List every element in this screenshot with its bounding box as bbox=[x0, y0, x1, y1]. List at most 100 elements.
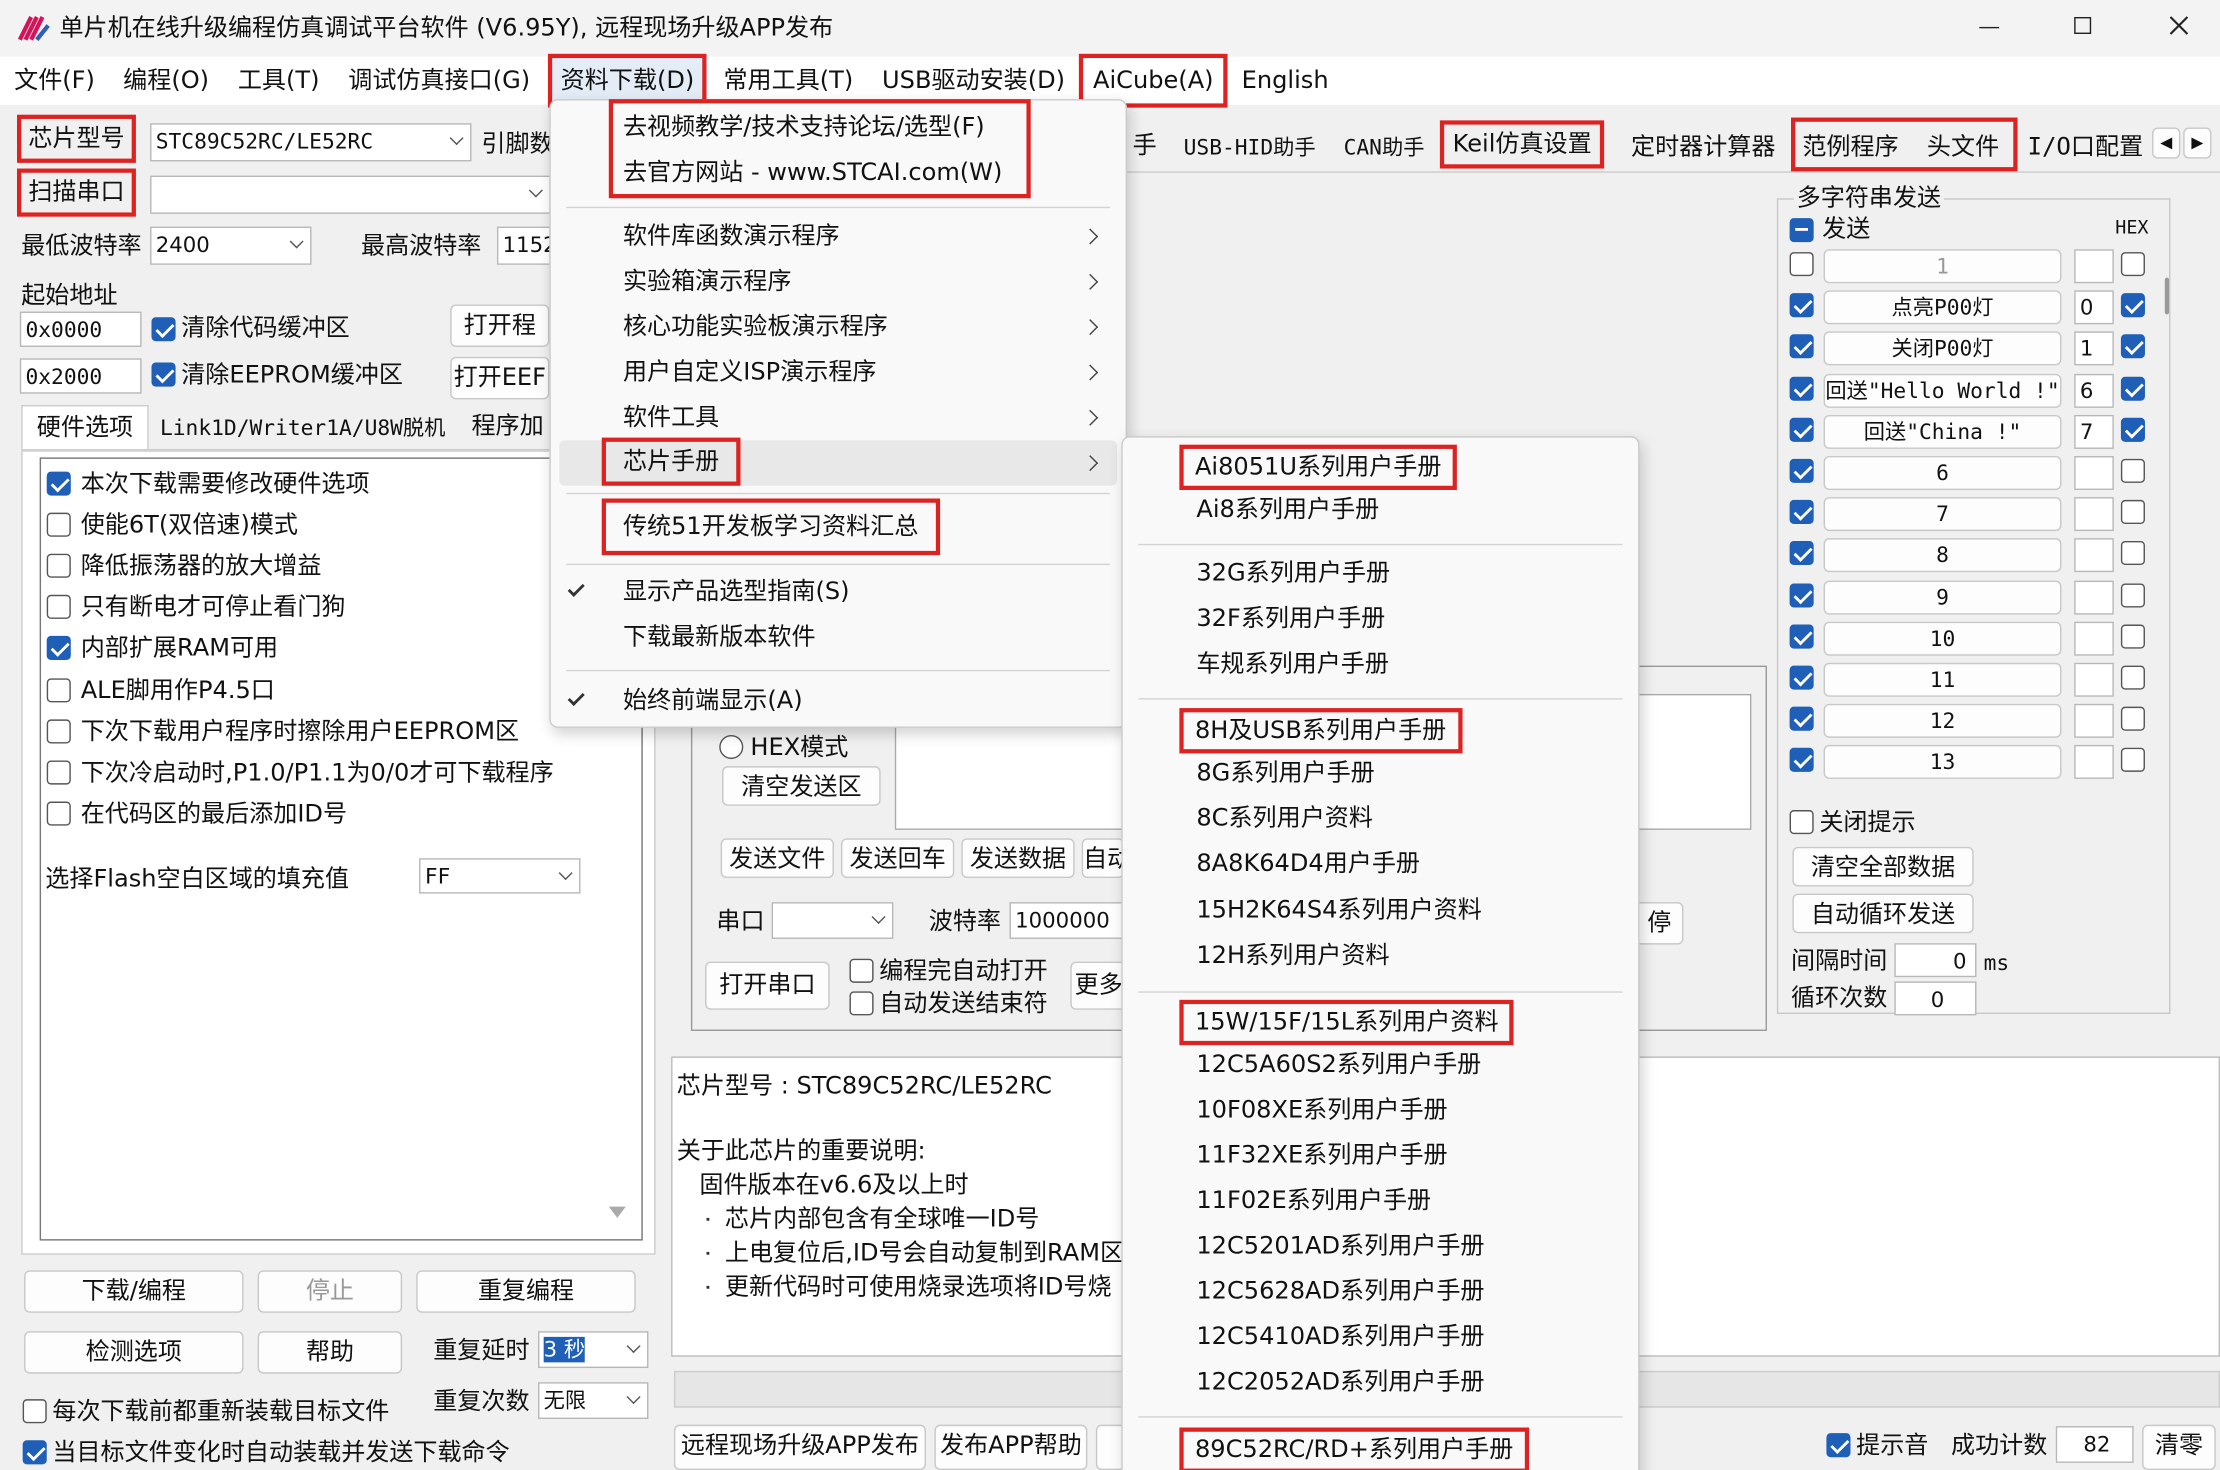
multi-row-hex-checkbox[interactable] bbox=[2120, 582, 2145, 607]
hardware-option-checkbox[interactable] bbox=[46, 512, 71, 537]
app-help-button[interactable]: 发布APP帮助 bbox=[934, 1424, 1088, 1470]
menu-aicube[interactable]: AiCube(A) bbox=[1078, 53, 1228, 108]
send-data-button[interactable]: 发送数据 bbox=[961, 838, 1075, 879]
multi-row-send-button[interactable]: 12 bbox=[1823, 704, 2062, 739]
scan-port-button[interactable]: 扫描串口 bbox=[16, 168, 136, 217]
multi-scrollbar[interactable] bbox=[2164, 277, 2170, 315]
multi-row-send-button[interactable]: 10 bbox=[1823, 621, 2062, 656]
tab-keil-settings[interactable]: Keil仿真设置 bbox=[1439, 120, 1605, 169]
multi-row-value[interactable] bbox=[2074, 745, 2114, 780]
multi-row-hex-checkbox[interactable] bbox=[2120, 376, 2145, 401]
address-input-2[interactable]: 0x2000 bbox=[19, 358, 142, 394]
scroll-down-icon[interactable] bbox=[608, 1206, 626, 1218]
submenu-item[interactable]: 12C5628AD系列用户手册 bbox=[1196, 1276, 1484, 1307]
submenu-item[interactable]: 89C52RC/RD+系列用户手册 bbox=[1179, 1427, 1529, 1470]
multi-row-hex-checkbox[interactable] bbox=[2120, 293, 2145, 318]
auto-end-checkbox[interactable] bbox=[849, 991, 874, 1016]
submenu-item[interactable]: 11F32XE系列用户手册 bbox=[1196, 1140, 1447, 1171]
min-baud-select[interactable]: 2400 bbox=[150, 226, 312, 265]
tab-scroll-left[interactable]: ◀ bbox=[2152, 127, 2181, 159]
multi-row-checkbox[interactable] bbox=[1789, 748, 1814, 773]
close-icon[interactable] bbox=[2169, 16, 2189, 36]
menu-item-isp-demo[interactable]: 用户自定义ISP演示程序 bbox=[623, 357, 877, 388]
submenu-item[interactable]: 12C5410AD系列用户手册 bbox=[1196, 1321, 1484, 1352]
multi-row-hex-checkbox[interactable] bbox=[2120, 334, 2145, 359]
tip-sound-checkbox[interactable] bbox=[1826, 1433, 1851, 1458]
clear-all-button[interactable]: 清空全部数据 bbox=[1792, 846, 1974, 887]
multi-row-hex-checkbox[interactable] bbox=[2120, 624, 2145, 649]
stop-button[interactable]: 停止 bbox=[257, 1270, 403, 1313]
submenu-item[interactable]: 车规系列用户手册 bbox=[1196, 649, 1389, 680]
repeat-delay-select[interactable]: 3 秒 bbox=[538, 1331, 649, 1369]
menu-item-official-site[interactable]: 去官方网站 - www.STCAI.com(W) bbox=[623, 157, 1002, 188]
submenu-item[interactable]: 12C5A60S2系列用户手册 bbox=[1196, 1049, 1481, 1080]
auto-send-button[interactable]: 自动 bbox=[1081, 838, 1125, 879]
reload-checkbox[interactable] bbox=[22, 1399, 47, 1424]
hardware-option-checkbox[interactable] bbox=[46, 595, 71, 620]
submenu-item[interactable]: 12C5201AD系列用户手册 bbox=[1196, 1231, 1484, 1262]
hex-mode-radio[interactable] bbox=[719, 734, 744, 760]
tab-timer-calc[interactable]: 定时器计算器 bbox=[1631, 132, 1775, 163]
hardware-option-checkbox[interactable] bbox=[46, 636, 71, 661]
menu-downloads[interactable]: 资料下载(D) bbox=[547, 53, 708, 108]
hardware-option-checkbox[interactable] bbox=[46, 718, 71, 743]
multi-row-checkbox[interactable] bbox=[1789, 252, 1814, 277]
pause-button[interactable]: 停 bbox=[1635, 902, 1684, 945]
multi-row-checkbox[interactable] bbox=[1789, 624, 1814, 649]
clear-code-checkbox[interactable] bbox=[151, 317, 176, 342]
menu-item-legacy-51[interactable]: 传统51开发板学习资料汇总 bbox=[601, 498, 940, 556]
submenu-item[interactable]: 15H2K64S4系列用户资料 bbox=[1196, 895, 1481, 926]
multi-row-checkbox[interactable] bbox=[1789, 334, 1814, 359]
multi-row-send-button[interactable]: 6 bbox=[1823, 456, 2062, 490]
repeat-count-select[interactable]: 无限 bbox=[538, 1382, 649, 1420]
fill-value-select[interactable]: FF bbox=[419, 858, 581, 894]
submenu-item[interactable]: 32F系列用户手册 bbox=[1196, 603, 1385, 634]
hardware-option-checkbox[interactable] bbox=[46, 471, 71, 496]
address-input-1[interactable]: 0x0000 bbox=[19, 311, 142, 347]
submenu-item[interactable]: 8H及USB系列用户手册 bbox=[1179, 708, 1462, 754]
submenu-item[interactable]: 11F02E系列用户手册 bbox=[1196, 1185, 1431, 1216]
interval-input[interactable]: 0 bbox=[1894, 943, 1977, 978]
multi-row-send-button[interactable]: 7 bbox=[1823, 497, 2062, 532]
multi-row-hex-checkbox[interactable] bbox=[2120, 706, 2145, 732]
multi-row-hex-checkbox[interactable] bbox=[2120, 417, 2145, 442]
menu-tools[interactable]: 工具(T) bbox=[238, 65, 320, 96]
multi-row-value[interactable]: 7 bbox=[2074, 414, 2114, 449]
submenu-item[interactable]: 8G系列用户手册 bbox=[1196, 758, 1374, 789]
menu-file[interactable]: 文件(F) bbox=[14, 65, 95, 96]
submenu-item[interactable]: 8C系列用户资料 bbox=[1196, 803, 1373, 834]
send-enter-button[interactable]: 发送回车 bbox=[840, 838, 955, 879]
submenu-item[interactable]: 15W/15F/15L系列用户资料 bbox=[1179, 999, 1515, 1046]
menu-item-download-latest[interactable]: 下载最新版本软件 bbox=[623, 622, 816, 653]
tab-io-config[interactable]: I/O口配置 bbox=[2027, 132, 2152, 163]
multi-row-value[interactable]: 0 bbox=[2074, 290, 2114, 325]
tab-offline[interactable]: Link1D/Writer1A/U8W脱机 bbox=[160, 414, 445, 442]
tab-program-encrypt[interactable]: 程序加 bbox=[471, 411, 549, 442]
multi-row-send-button[interactable]: 点亮P00灯 bbox=[1823, 290, 2062, 325]
multi-row-send-button[interactable]: 回送"Hello World !" bbox=[1823, 373, 2062, 408]
multi-row-hex-checkbox[interactable] bbox=[2120, 252, 2145, 277]
submenu-item[interactable]: Ai8051U系列用户手册 bbox=[1179, 444, 1457, 490]
multi-row-value[interactable] bbox=[2074, 497, 2114, 532]
menu-program[interactable]: 编程(O) bbox=[123, 65, 209, 96]
multi-row-checkbox[interactable] bbox=[1789, 665, 1814, 690]
tab-can[interactable]: CAN助手 bbox=[1344, 133, 1425, 161]
tab-scroll-right[interactable]: ▶ bbox=[2183, 127, 2212, 159]
hardware-option-checkbox[interactable] bbox=[46, 760, 71, 785]
menu-item-lab-demo[interactable]: 实验箱演示程序 bbox=[623, 266, 791, 297]
multi-row-send-button[interactable]: 回送"China !" bbox=[1823, 414, 2062, 449]
help-button[interactable]: 帮助 bbox=[257, 1331, 403, 1374]
tab-assistant[interactable]: 手 bbox=[1133, 130, 1157, 161]
submenu-item[interactable]: 12C2052AD系列用户手册 bbox=[1196, 1367, 1484, 1398]
open-serial-button[interactable]: 打开串口 bbox=[705, 961, 830, 1010]
multi-row-checkbox[interactable] bbox=[1789, 582, 1814, 607]
menu-debug[interactable]: 调试仿真接口(G) bbox=[348, 65, 530, 96]
close-tip-checkbox[interactable] bbox=[1789, 810, 1814, 835]
open-eeprom-button[interactable]: 打开EEF bbox=[450, 356, 550, 400]
menu-item-chip-manual[interactable]: 芯片手册 bbox=[601, 437, 741, 486]
minimize-icon[interactable] bbox=[1979, 26, 2000, 29]
menu-common-tools[interactable]: 常用工具(T) bbox=[723, 65, 853, 96]
menu-item-show-guide[interactable]: 显示产品选型指南(S) bbox=[623, 576, 850, 607]
tab-headers[interactable]: 头文件 bbox=[1927, 132, 1999, 163]
multi-row-checkbox[interactable] bbox=[1789, 541, 1814, 566]
